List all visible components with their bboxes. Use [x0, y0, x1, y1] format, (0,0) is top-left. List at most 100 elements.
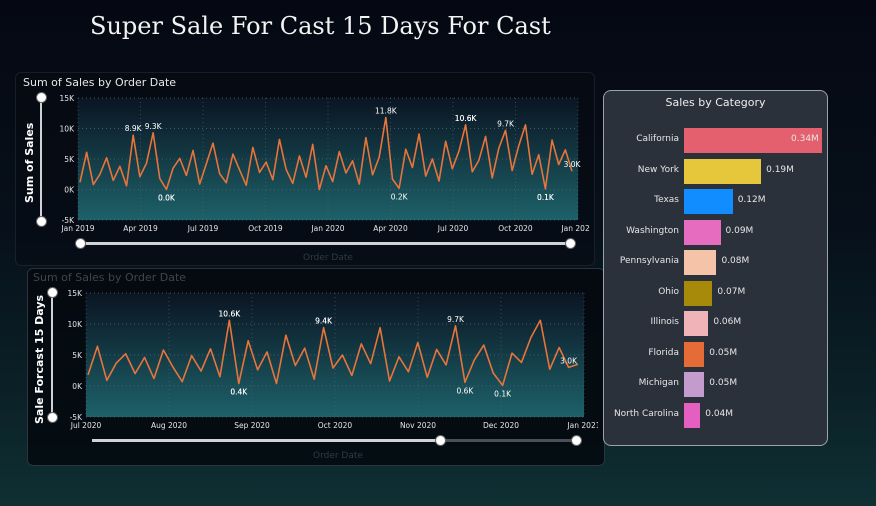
chart1-y-slider-bottom-handle[interactable] [36, 216, 47, 227]
category-label: Ohio [658, 286, 679, 297]
chart2-title: Sum of Sales by Order Date [33, 271, 187, 284]
chart1-x-tick-label: Jan 2020 [310, 224, 344, 233]
chart1-x-tick-label: Jan 2021 [560, 224, 590, 233]
category-value-label: 0.04M [705, 408, 734, 419]
chart1-data-label: 9.3K [145, 122, 163, 131]
chart2-x-tick-label: Dec 2020 [483, 421, 519, 430]
chart2-x-slider-right-handle[interactable] [571, 435, 582, 446]
category-bar[interactable] [684, 341, 705, 367]
chart1-x-tick-label: Jul 2019 [187, 224, 219, 233]
category-row[interactable]: New York 0.19M [604, 158, 827, 185]
category-label: Pennsylvania [619, 256, 679, 266]
category-value-label: 0.19M [766, 164, 794, 175]
category-row[interactable]: Texas 0.12M [604, 189, 827, 215]
chart2-plot: 15K10K5K0K-5KJul 2020 Aug 2020 Sep 2020 Oct… [68, 289, 598, 430]
chart2-y-slider-bottom-handle[interactable] [47, 412, 58, 423]
chart1-data-label: 3.0K [564, 160, 582, 169]
chart2-y-tick-label: 0K [72, 382, 83, 391]
chart1-x-tick-label: Jul 2020 [437, 224, 469, 233]
chart1-y-tick-label: 0K [64, 186, 75, 195]
chart1-data-label: 10.6K [455, 114, 478, 123]
chart2-x-tick-label: Nov 2020 [400, 421, 436, 430]
category-row[interactable]: Illinois 0.06M [604, 311, 827, 337]
chart1-y-tick-label: 10K [60, 125, 76, 134]
category-value-label: 0.09M [725, 225, 754, 236]
category-bar[interactable] [684, 219, 721, 245]
chart2-y-tick-label: 5K [72, 351, 83, 360]
chart2-data-label: 0.1K [494, 389, 512, 398]
chart2-x-tick-label: Jan 2021 [566, 421, 598, 430]
category-label: Illinois [650, 317, 679, 327]
chart1-y-slider-top-handle[interactable] [36, 92, 47, 103]
chart1-y-axis-label: Sum of Sales [23, 122, 36, 203]
category-row[interactable]: Ohio 0.07M [604, 280, 827, 307]
chart1-x-tick-label: Oct 2020 [498, 224, 533, 233]
chart1-data-label: 0.1K [537, 193, 555, 202]
category-bar[interactable] [684, 280, 713, 306]
category-bar[interactable] [684, 311, 709, 336]
category-value-label: 0.06M [713, 317, 742, 327]
chart2-y-slider-track[interactable] [51, 292, 53, 416]
category-value-label: 0.34M [791, 134, 819, 144]
sales-by-category-card: Sales by Category California 0.34M New Yor… [603, 90, 828, 446]
category-value-label: 0.07M [717, 286, 746, 297]
chart2-data-label: 3.0K [560, 356, 578, 365]
chart1-y-tick-label: 5K [64, 155, 75, 164]
page-title: Super Sale For Cast 15 Days For Cast [90, 12, 551, 40]
category-row[interactable]: Pennsylvania 0.08M [604, 250, 827, 276]
chart2-data-label: 9.7K [447, 315, 465, 324]
category-bar[interactable] [684, 189, 733, 214]
category-label: California [636, 134, 679, 144]
chart2-x-tick-label: Aug 2020 [151, 421, 187, 430]
chart1-title: Sum of Sales by Order Date [23, 76, 177, 89]
category-row[interactable]: Washington 0.09M [604, 219, 827, 246]
chart2-y-slider-top-handle[interactable] [47, 287, 58, 298]
chart1-data-label: 0.0K [158, 194, 176, 203]
chart2-data-label: 10.6K [219, 309, 242, 318]
chart1-y-slider-track[interactable] [40, 97, 42, 221]
category-label: Washington [626, 225, 679, 236]
chart2-data-label: 0.4K [230, 388, 248, 397]
category-title: Sales by Category [665, 96, 766, 109]
chart1-data-label: 11.8K [375, 107, 398, 116]
category-bar[interactable] [684, 158, 762, 184]
category-label: Florida [648, 347, 679, 358]
chart1-x-tick-label: Oct 2019 [248, 224, 283, 233]
category-row[interactable]: Florida 0.05M [604, 341, 827, 368]
category-label: North Carolina [613, 408, 679, 419]
category-label: Texas [654, 195, 679, 205]
chart1-data-label: 0.2K [391, 192, 409, 201]
chart1-x-tick-label: Apr 2020 [373, 224, 408, 233]
category-bar[interactable] [684, 250, 717, 275]
category-row[interactable]: California 0.34M [604, 128, 827, 154]
chart1-y-tick-label: 15K [60, 94, 76, 103]
chart1-x-axis-label: Order Date [303, 253, 353, 263]
chart1-plot: 15K10K5K0K-5KJan 2019 Apr 2019 Jul 2019 Oct… [60, 94, 590, 233]
category-value-label: 0.05M [709, 378, 738, 388]
chart1-data-label: 9.7K [497, 119, 515, 128]
chart2-x-slider-track[interactable] [92, 439, 440, 442]
category-bar[interactable] [684, 372, 705, 397]
chart2-y-tick-label: 15K [68, 289, 84, 298]
chart1-data-label: 8.9K [125, 124, 143, 133]
chart2-y-tick-label: 10K [68, 320, 84, 329]
category-value-label: 0.12M [737, 195, 766, 205]
category-label: New York [637, 164, 679, 175]
chart2-x-slider-left-handle[interactable] [435, 435, 446, 446]
chart2-data-label: 0.6K [456, 386, 474, 395]
category-label: Michigan [638, 378, 679, 388]
category-row[interactable]: North Carolina 0.04M [604, 402, 827, 429]
category-value-label: 0.05M [709, 347, 738, 358]
chart2-y-axis-label: Sale Forcast 15 Days [33, 294, 46, 424]
category-row[interactable]: Michigan 0.05M [604, 372, 827, 398]
chart2-x-slider-range[interactable] [440, 439, 576, 442]
chart1-x-slider-right-handle[interactable] [565, 238, 576, 249]
chart2-x-axis-label: Order Date [313, 451, 363, 461]
chart1-x-tick-label: Apr 2019 [123, 224, 158, 233]
chart2-data-label: 9.4K [315, 317, 333, 326]
category-value-label: 0.08M [721, 256, 750, 266]
category-bar[interactable] [684, 402, 701, 428]
chart1-x-slider-track[interactable] [80, 242, 570, 245]
chart2-x-tick-label: Jul 2020 [70, 421, 102, 430]
chart1-x-slider-left-handle[interactable] [75, 238, 86, 249]
